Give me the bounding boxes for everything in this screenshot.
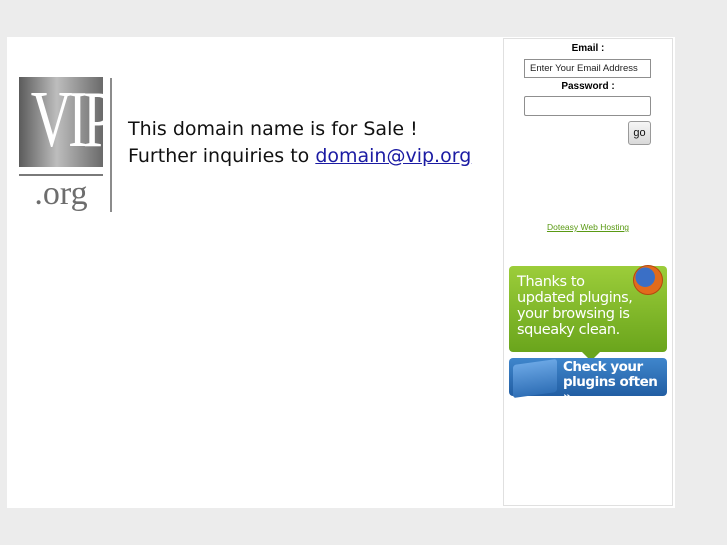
password-input[interactable]	[524, 96, 651, 116]
check-plugins-label: Check your plugins often »	[563, 359, 658, 405]
sale-line-2-prefix: Further inquiries to	[128, 145, 316, 167]
sale-line-1: This domain name is for Sale !	[128, 118, 418, 140]
check-plugins-button[interactable]: Check your plugins often »	[509, 358, 667, 405]
sidebar-panel: Email : Enter Your Email Address Passwor…	[503, 38, 673, 506]
firefox-icon	[633, 265, 663, 295]
password-label: Password :	[561, 81, 615, 92]
contact-email-link[interactable]: domain@vip.org	[315, 145, 471, 167]
sale-line-2: Further inquiries to domain@vip.org	[128, 143, 471, 170]
banner-message: Thanks to updated plugins, your browsing…	[517, 274, 633, 338]
page-content: VIP .org This domain name is for Sale ! …	[7, 37, 675, 508]
email-label: Email :	[571, 43, 605, 54]
sale-message: This domain name is for Sale ! Further i…	[128, 116, 471, 170]
go-button[interactable]: go	[628, 121, 651, 145]
hosting-link[interactable]: Doteasy Web Hosting	[504, 222, 672, 232]
logo-divider	[110, 78, 112, 212]
email-input[interactable]: Enter Your Email Address	[524, 59, 651, 78]
lego-brick-icon	[513, 358, 557, 399]
logo-main-text: VIP	[30, 76, 115, 164]
vip-logo: VIP .org	[19, 76, 115, 212]
firefox-plugin-banner[interactable]: Thanks to updated plugins, your browsing…	[509, 265, 667, 361]
logo-suffix-text: .org	[34, 175, 88, 212]
